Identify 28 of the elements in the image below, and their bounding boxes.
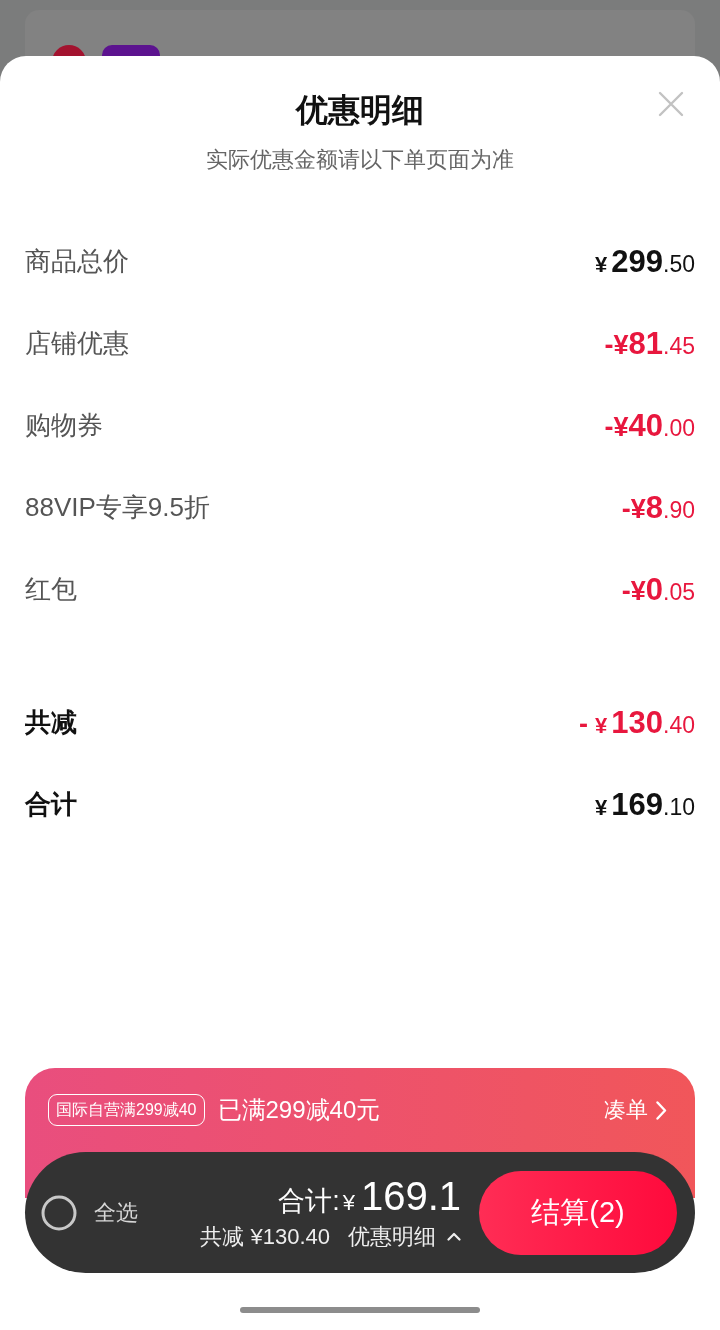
checkout-button[interactable]: 结算(2)	[479, 1170, 677, 1255]
discount-amount: -¥81.45	[604, 327, 695, 359]
row-label: 商品总价	[25, 244, 129, 278]
chevron-right-icon	[656, 1100, 667, 1120]
promo-tag: 国际自营满299减40	[48, 1094, 205, 1126]
savings-amount: - ¥130.40	[579, 706, 695, 738]
row-label: 店铺优惠	[25, 326, 129, 360]
total-price: ¥169.1	[342, 1173, 461, 1218]
sheet-subtitle: 实际优惠金额请以下单页面为准	[206, 146, 514, 174]
discount-amount: -¥8.90	[621, 491, 695, 523]
row-label: 共减	[25, 705, 77, 739]
row-label: 88VIP专享9.5折	[25, 490, 210, 524]
subtotal-amount: ¥299.50	[594, 245, 695, 277]
total-amount: ¥169.10	[594, 788, 695, 820]
row-label: 红包	[25, 572, 77, 606]
close-icon	[658, 91, 684, 117]
badge-icon	[102, 45, 160, 56]
promo-message: 已满299减40元	[217, 1095, 381, 1125]
sheet-title: 优惠明细	[296, 91, 424, 130]
discount-amount: -¥0.05	[621, 573, 695, 605]
row-label: 合计	[25, 787, 77, 821]
total-label: 合计:	[278, 1186, 340, 1217]
select-all-label[interactable]: 全选	[94, 1197, 138, 1228]
select-all-checkbox[interactable]	[41, 1194, 77, 1231]
discount-details-link[interactable]: 优惠明细	[348, 1221, 461, 1252]
row-label: 购物券	[25, 408, 103, 442]
discount-amount: -¥40.00	[604, 409, 695, 441]
savings-text: 共减 ¥130.40	[200, 1222, 330, 1251]
